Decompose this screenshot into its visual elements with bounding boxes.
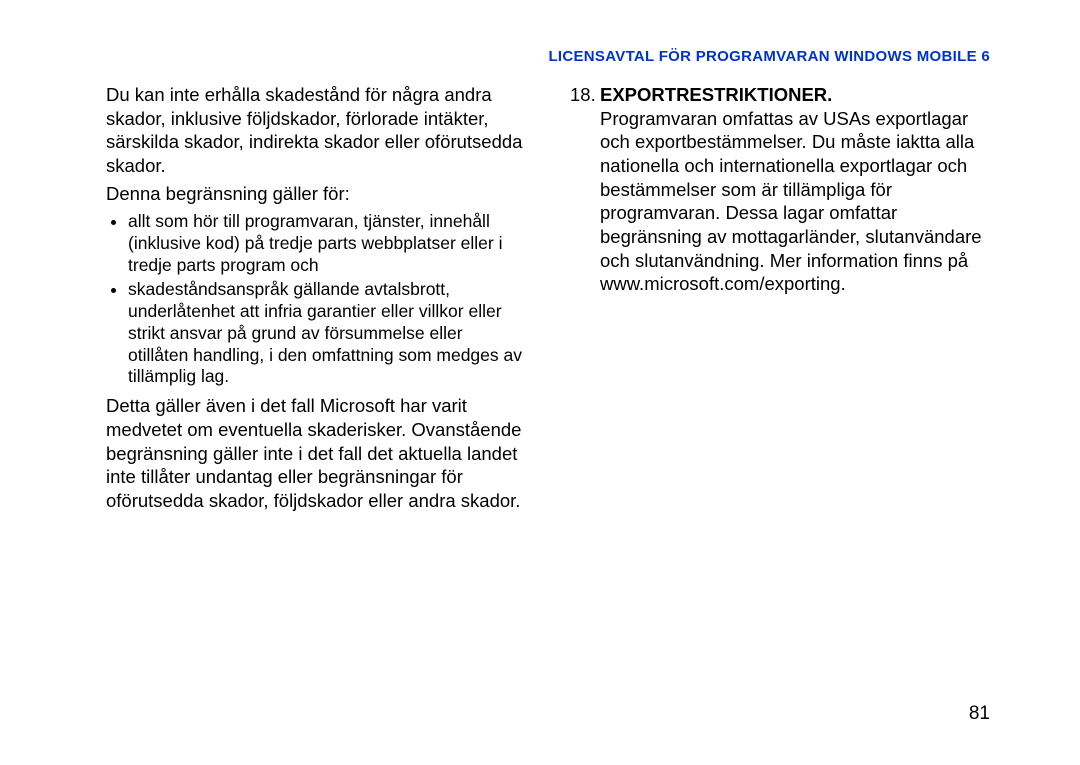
list-item: allt som hör till programvaran, tjänster…: [128, 211, 526, 277]
document-page: LICENSAVTAL FÖR PROGRAMVARAN WINDOWS MOB…: [0, 0, 1080, 765]
right-column: 18. EXPORTRESTRIKTIONER. Programvaran om…: [570, 83, 990, 703]
item-body: Programvaran omfattas av USAs exportlaga…: [570, 107, 990, 296]
paragraph: Denna begränsning gäller för:: [106, 182, 526, 206]
paragraph: Du kan inte erhålla skadestånd för några…: [106, 83, 526, 178]
numbered-heading: 18. EXPORTRESTRIKTIONER.: [570, 83, 990, 107]
item-heading: EXPORTRESTRIKTIONER.: [600, 83, 832, 107]
item-number: 18.: [570, 83, 600, 107]
left-column: Du kan inte erhålla skadestånd för några…: [106, 83, 526, 703]
page-header: LICENSAVTAL FÖR PROGRAMVARAN WINDOWS MOB…: [106, 48, 990, 65]
bullet-list: allt som hör till programvaran, tjänster…: [106, 211, 526, 388]
page-number: 81: [106, 703, 990, 725]
paragraph: Detta gäller även i det fall Microsoft h…: [106, 394, 526, 512]
two-column-layout: Du kan inte erhålla skadestånd för några…: [106, 83, 990, 703]
list-item: skadeståndsanspråk gällande avtalsbrott,…: [128, 279, 526, 388]
